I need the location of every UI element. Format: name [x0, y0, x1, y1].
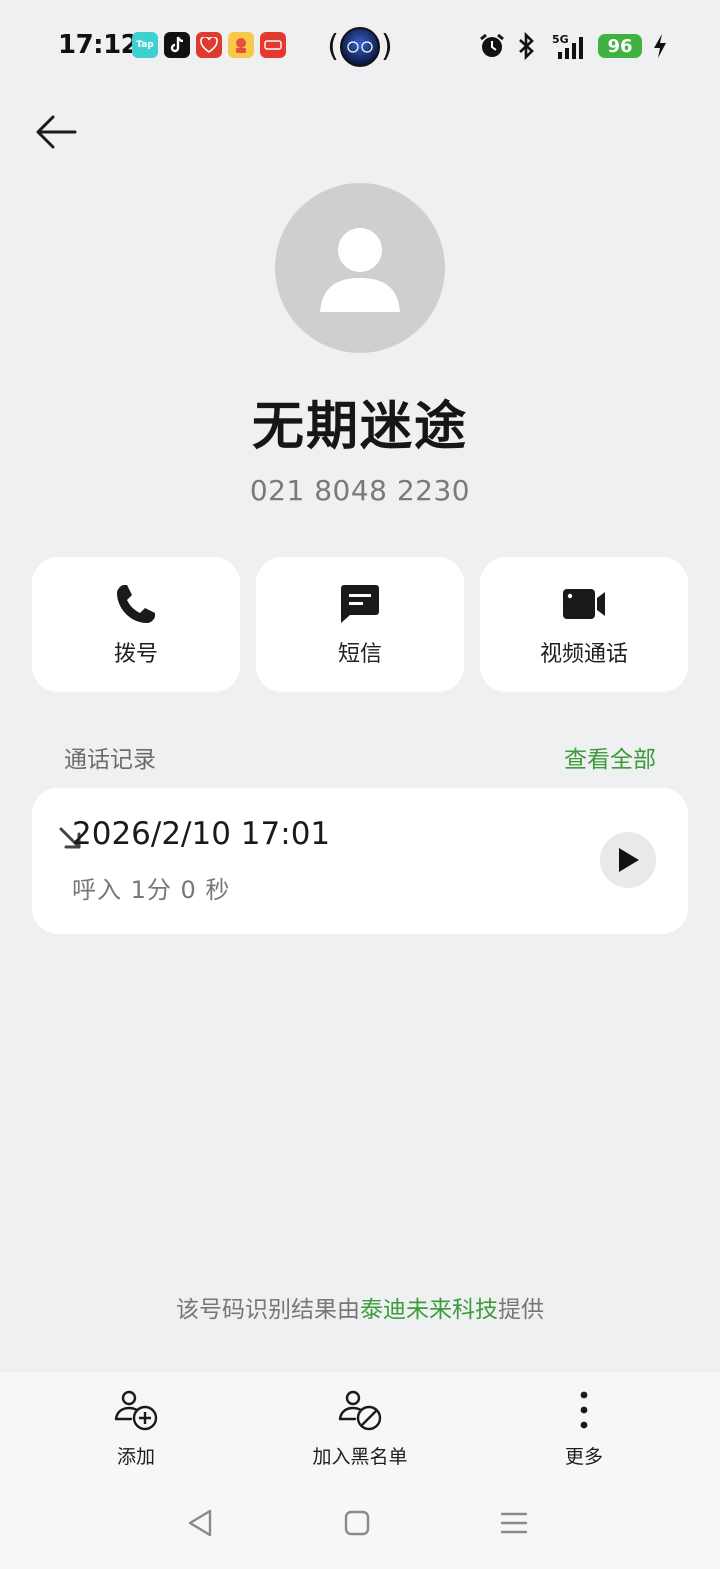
- play-icon: [619, 848, 639, 872]
- dial-label: 拨号: [113, 641, 158, 667]
- back-arrow-icon: [36, 115, 77, 149]
- svg-text:5G: 5G: [552, 33, 569, 46]
- system-navigation-bar: [0, 1498, 720, 1548]
- bottom-toolbar: 添加 加入黑名单 更多: [0, 1372, 720, 1569]
- call-log-entry[interactable]: [32, 788, 688, 934]
- more-vertical-icon: [560, 1386, 608, 1434]
- provider-brand-link[interactable]: 泰迪未来科技: [360, 1297, 498, 1323]
- contact-detail-screen: 17:12 Tap ( ) 5G 96 无期迷途 021 8048 2230 拨…: [0, 0, 720, 1569]
- nav-home-icon: [344, 1510, 370, 1536]
- system-icons: 5G 96: [478, 32, 668, 60]
- notification-icons: Tap: [132, 32, 286, 58]
- taptap-icon: Tap: [132, 32, 158, 58]
- nav-back-button[interactable]: [170, 1498, 230, 1548]
- more-options-label: 更多: [564, 1446, 603, 1468]
- block-contact-icon: [336, 1386, 384, 1434]
- live-activity-island[interactable]: ( ): [327, 26, 393, 68]
- contact-actions: 拨号 短信 视频通话: [32, 557, 688, 692]
- contact-name: 无期迷途: [251, 397, 468, 457]
- add-contact-label: 添加: [116, 1446, 155, 1468]
- call-log-detail: 呼入 1分 0 秒: [72, 876, 231, 904]
- dial-button[interactable]: 拨号: [32, 557, 240, 692]
- call-log-datetime: 2026/2/10 17:01: [72, 816, 331, 852]
- nav-home-button[interactable]: [327, 1498, 387, 1548]
- provider-suffix: 提供: [498, 1297, 544, 1323]
- bottom-actions: 添加 加入黑名单 更多: [0, 1386, 720, 1469]
- contact-avatar[interactable]: [275, 183, 445, 353]
- more-options-button[interactable]: 更多: [472, 1386, 696, 1469]
- status-bar: 17:12 Tap ( ) 5G 96: [0, 0, 720, 94]
- pinduoduo-icon: [196, 32, 222, 58]
- bluetooth-icon: [519, 32, 534, 60]
- person-placeholder-icon: [320, 228, 400, 312]
- live-match-icon: [340, 27, 380, 67]
- call-log-title: 通话记录: [64, 747, 156, 773]
- cellular-5g-icon: 5G: [552, 33, 583, 59]
- alarm-icon: [480, 33, 504, 57]
- app-red-icon: [260, 32, 286, 58]
- video-icon: [560, 580, 608, 628]
- add-contact-icon: [112, 1386, 160, 1434]
- kuaishou-icon: [228, 32, 254, 58]
- block-contact-label: 加入黑名单: [312, 1446, 408, 1468]
- video-call-label: 视频通话: [539, 641, 628, 667]
- nav-recents-button[interactable]: [484, 1498, 544, 1548]
- number-identification-provider: 该号码识别结果由泰迪未来科技提供: [0, 1290, 720, 1324]
- add-contact-button[interactable]: 添加: [24, 1386, 248, 1469]
- charging-icon: [654, 34, 666, 58]
- message-label: 短信: [337, 641, 382, 667]
- view-all-link[interactable]: 查看全部: [564, 740, 656, 774]
- play-recording-button[interactable]: [600, 832, 656, 888]
- nav-back-icon: [188, 1509, 212, 1537]
- message-icon: [336, 580, 384, 628]
- provider-prefix: 该号码识别结果由: [176, 1297, 360, 1323]
- contact-number[interactable]: 021 8048 2230: [0, 474, 720, 507]
- block-contact-button[interactable]: 加入黑名单: [248, 1386, 472, 1469]
- call-log-header: 通话记录 查看全部: [64, 740, 656, 774]
- phone-icon: [112, 580, 160, 628]
- tiktok-icon: [164, 32, 190, 58]
- status-time: 17:12: [58, 30, 139, 60]
- battery-indicator: 96: [598, 34, 642, 58]
- nav-recents-icon: [500, 1512, 528, 1534]
- message-button[interactable]: 短信: [256, 557, 464, 692]
- video-call-button[interactable]: 视频通话: [480, 557, 688, 692]
- back-button[interactable]: [28, 104, 84, 160]
